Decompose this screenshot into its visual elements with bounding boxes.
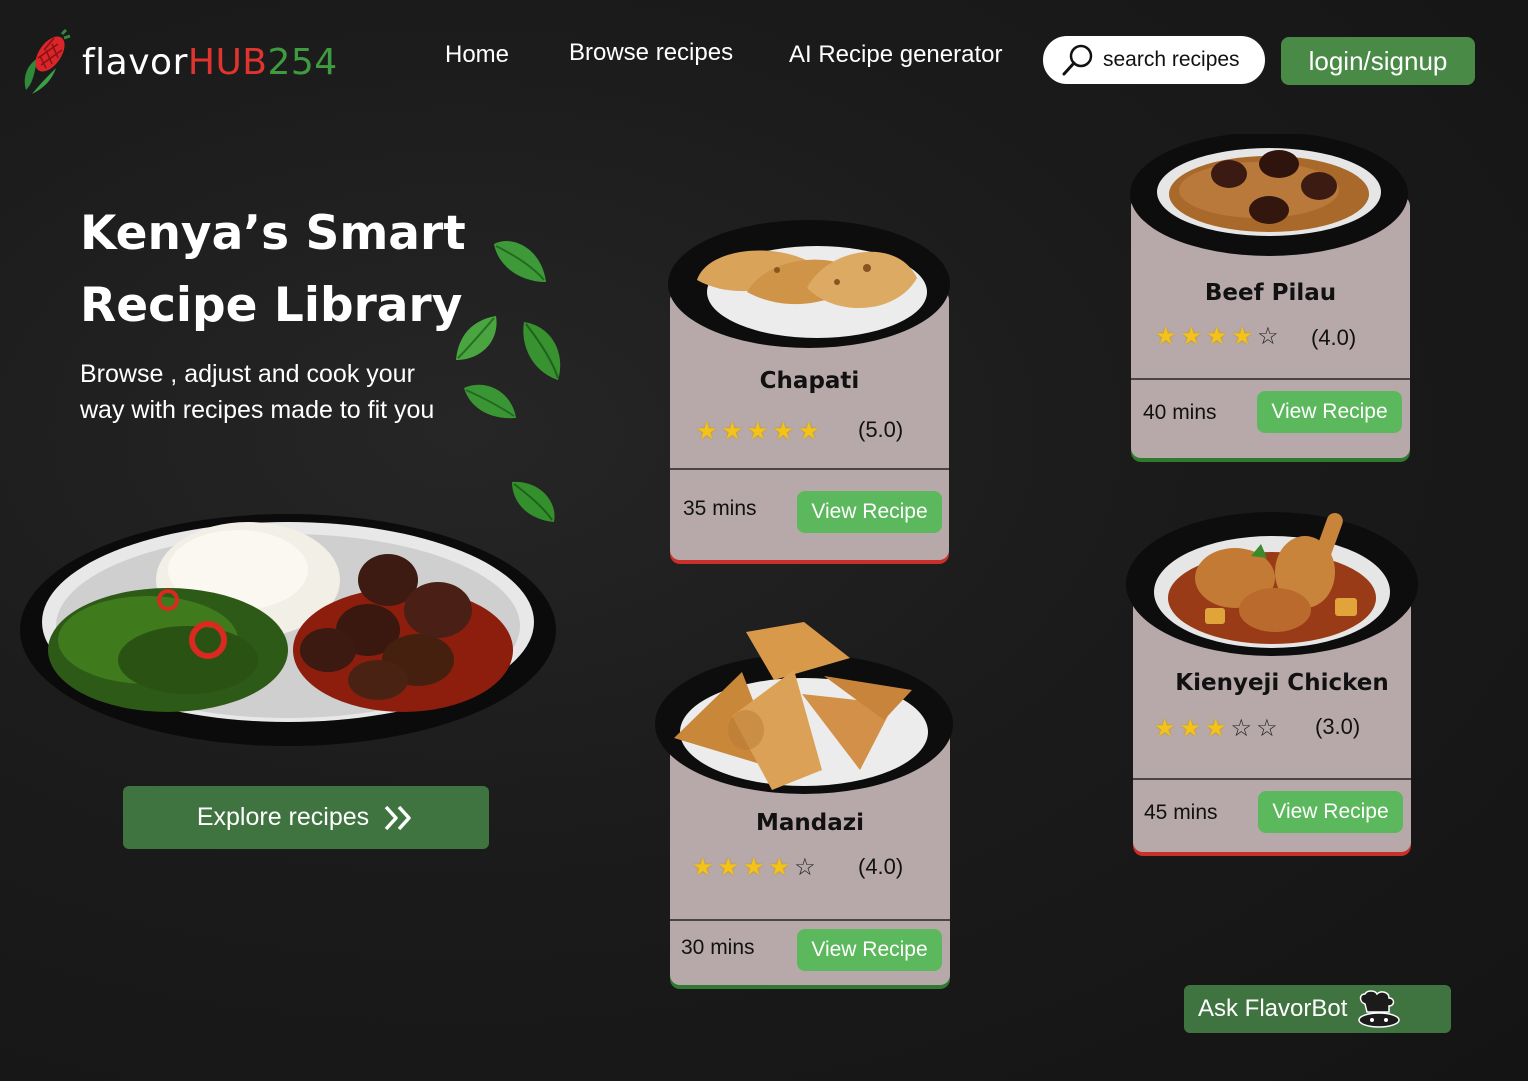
kienyeji-chicken-dish-image: [1126, 512, 1418, 656]
star-icon: ★: [1155, 323, 1181, 350]
login-signup-button[interactable]: login/signup: [1281, 37, 1475, 85]
brand-name: flavorHUB254: [82, 42, 338, 83]
nav-browse-recipes[interactable]: Browse recipes: [569, 39, 733, 67]
nav-ai-recipe-generator[interactable]: AI Recipe generator: [789, 41, 1002, 69]
star-icon: ☆: [794, 854, 820, 881]
rating-value: (4.0): [1311, 325, 1357, 350]
rating-stars: ★★★☆☆: [1154, 714, 1282, 743]
double-chevron-icon: [384, 805, 411, 830]
star-icon: ★: [1180, 323, 1207, 350]
star-icon: ★: [696, 418, 722, 445]
explore-recipes-label: Explore recipes: [196, 803, 370, 831]
view-recipe-button[interactable]: View Recipe: [1257, 391, 1402, 433]
recipe-name: Kienyeji Chicken: [1175, 670, 1389, 696]
basil-leaf-icon: [494, 241, 546, 282]
hero-dish-image: [20, 514, 556, 746]
star-icon: ☆: [1230, 715, 1257, 742]
brand-part-flavor: flavor: [82, 41, 188, 83]
card-divider: [670, 919, 950, 921]
view-recipe-button[interactable]: View Recipe: [797, 929, 942, 971]
view-recipe-button[interactable]: View Recipe: [1258, 791, 1403, 833]
star-icon: ★: [717, 854, 744, 881]
star-icon: ☆: [1256, 715, 1282, 742]
basil-leaf-icon: [456, 316, 497, 360]
ask-flavorbot-label: Ask FlavorBot: [1198, 995, 1348, 1022]
star-icon: ★: [1231, 323, 1258, 350]
card-divider: [1131, 378, 1410, 380]
star-icon: ★: [1205, 715, 1231, 742]
star-icon: ★: [1179, 715, 1206, 742]
chapati-dish-image: [668, 220, 950, 348]
card-divider: [670, 468, 949, 470]
star-icon: ☆: [1257, 323, 1283, 350]
nav-home[interactable]: Home: [445, 41, 509, 69]
search-icon: [1062, 44, 1093, 76]
recipe-name: Beef Pilau: [1204, 280, 1337, 306]
beef-pilau-dish-image: [1130, 134, 1408, 256]
brand-logo[interactable]: flavorHUB254: [18, 28, 338, 96]
view-recipe-button[interactable]: View Recipe: [797, 491, 942, 533]
basil-leaf-icon: [464, 384, 516, 419]
star-icon: ★: [768, 854, 795, 881]
cook-time: 35 mins: [683, 497, 757, 520]
cook-time: 30 mins: [681, 936, 755, 959]
hero-subtitle: Browse , adjust and cook your way with r…: [80, 360, 435, 424]
star-icon: ★: [798, 418, 824, 445]
recipe-name: Mandazi: [755, 810, 865, 836]
star-icon: ★: [1154, 715, 1180, 742]
star-icon: ★: [747, 418, 773, 445]
brand-part-254: 254: [267, 41, 338, 83]
cook-time: 40 mins: [1143, 401, 1217, 424]
search-input[interactable]: [1103, 48, 1263, 72]
rating-stars: ★★★★★: [696, 417, 824, 446]
basil-leaf-icon: [523, 322, 561, 380]
rating-value: (5.0): [858, 417, 904, 442]
hero-title: Kenya’s Smart Recipe Library: [80, 206, 466, 333]
chef-hat-icon: [1358, 990, 1401, 1028]
star-icon: ★: [1206, 323, 1232, 350]
search-bar[interactable]: [1041, 34, 1267, 86]
cook-time: 45 mins: [1144, 801, 1218, 824]
mandazi-dish-image: [655, 622, 953, 794]
rating-stars: ★★★★☆: [1155, 322, 1283, 351]
ask-flavorbot-button[interactable]: Ask FlavorBot: [1184, 985, 1451, 1033]
rating-value: (4.0): [858, 854, 904, 879]
corn-logo-icon: [24, 28, 71, 94]
star-icon: ★: [721, 418, 748, 445]
explore-recipes-button[interactable]: Explore recipes: [123, 786, 489, 849]
card-divider: [1133, 778, 1411, 780]
star-icon: ★: [743, 854, 769, 881]
brand-part-hub: HUB: [187, 41, 268, 83]
star-icon: ★: [772, 418, 799, 445]
rating-stars: ★★★★☆: [692, 853, 820, 882]
rating-value: (3.0): [1315, 714, 1361, 739]
recipe-name: Chapati: [759, 368, 860, 394]
star-icon: ★: [692, 854, 718, 881]
